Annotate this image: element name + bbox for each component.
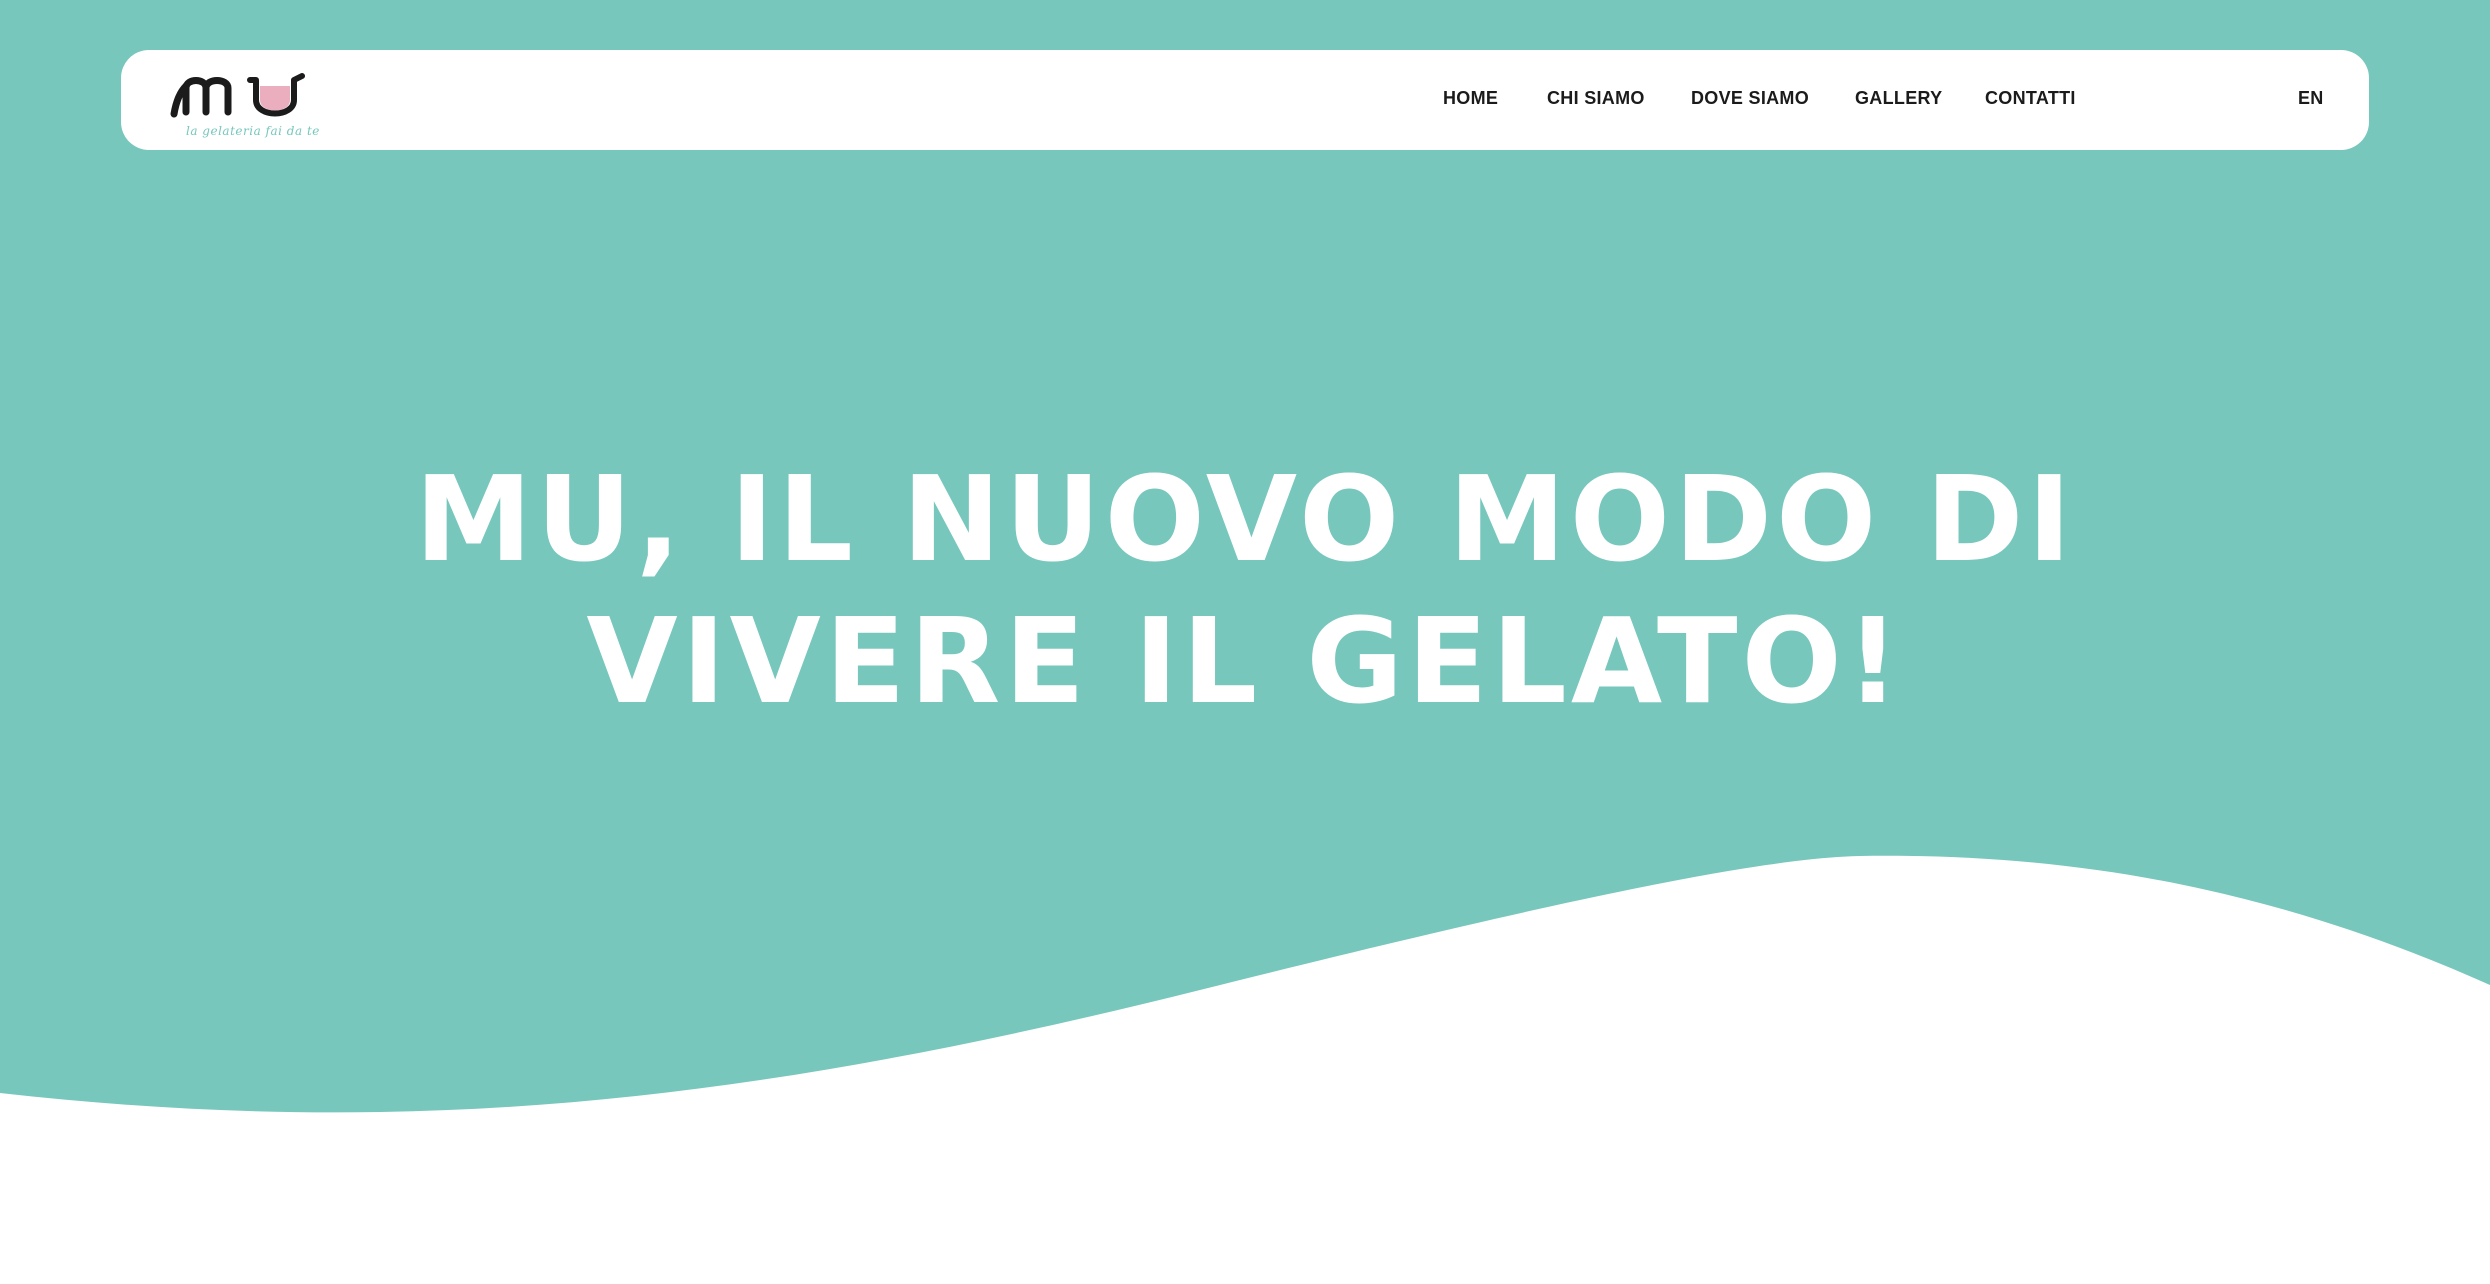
hero-headline: MU, IL NUOVO MODO DI VIVERE IL GELATO! [0,448,2490,732]
top-navbar: la gelateria fai da te HOME CHI SIAMO DO… [121,50,2369,150]
nav-item-contatti[interactable]: CONTATTI [1985,88,2076,109]
brand-tagline: la gelateria fai da te [186,124,320,138]
brand-logo[interactable]: la gelateria fai da te [166,62,319,138]
nav-item-dove-siamo[interactable]: DOVE SIAMO [1691,88,1809,109]
page: la gelateria fai da te HOME CHI SIAMO DO… [0,0,2490,1284]
nav-item-gallery[interactable]: GALLERY [1855,88,1942,109]
nav-item-chi-siamo[interactable]: CHI SIAMO [1547,88,1645,109]
language-switch-en[interactable]: EN [2298,88,2324,109]
hero-headline-line-2: VIVERE IL GELATO! [586,592,1904,730]
hero-headline-line-1: MU, IL NUOVO MODO DI [414,450,2076,588]
nav-item-home[interactable]: HOME [1443,88,1498,109]
